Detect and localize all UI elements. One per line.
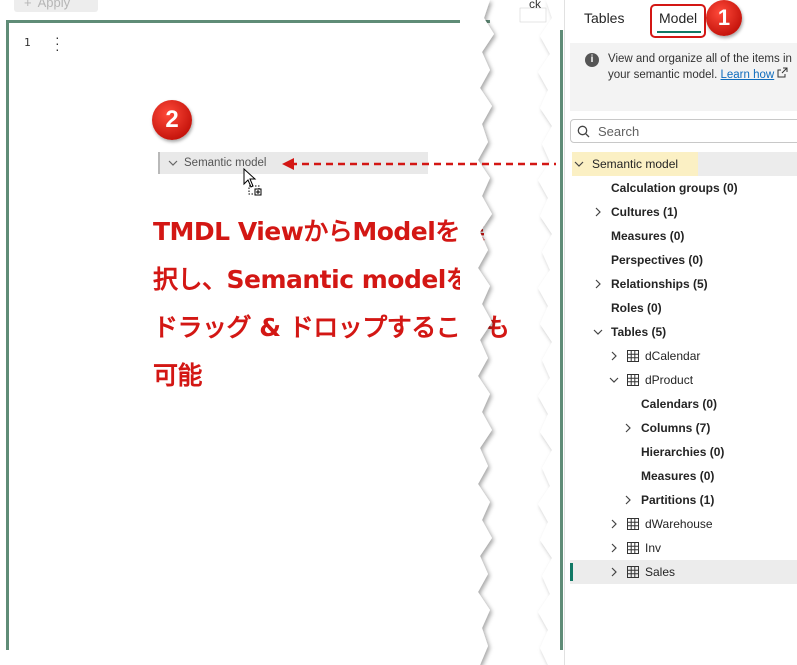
tree-node-label: Columns (7) <box>641 421 711 435</box>
tree-node-dproduct[interactable]: dProduct <box>607 368 693 392</box>
torn-edge-divider <box>460 0 560 665</box>
tree-node-label: Tables (5) <box>611 325 667 339</box>
root-row-selection-bg <box>698 152 797 176</box>
plus-icon: + <box>24 0 32 10</box>
info-icon: i <box>585 53 599 67</box>
drag-direction-arrow <box>282 158 568 170</box>
table-icon <box>627 566 639 578</box>
tree-node-semantic-model[interactable]: Semantic model <box>572 152 698 176</box>
tree-node-label: Calendars (0) <box>641 397 718 411</box>
tree-node-label: Inv <box>645 541 662 555</box>
chevron-right-icon[interactable] <box>591 279 605 289</box>
tree-node-sales[interactable]: Sales <box>607 560 675 584</box>
chevron-down-icon[interactable] <box>591 327 605 337</box>
tree-node-product-measures[interactable]: Measures (0) <box>641 464 714 488</box>
table-icon <box>627 374 639 386</box>
tmdl-editor[interactable]: + Apply 1 · · · 2 Semantic model TMDL View… <box>0 0 510 665</box>
tree-node-calculation-groups[interactable]: Calculation groups (0) <box>611 176 738 200</box>
tree-node-dwarehouse[interactable]: dWarehouse <box>607 512 713 536</box>
annotation-line: TMDL ViewからModelを選 <box>153 217 485 246</box>
tree-node-relationships[interactable]: Relationships (5) <box>591 272 708 296</box>
tree-node-label: dWarehouse <box>645 517 713 531</box>
tree-node-perspectives[interactable]: Perspectives (0) <box>611 248 703 272</box>
table-icon <box>627 518 639 530</box>
tree-node-label: dProduct <box>645 373 694 387</box>
external-link-icon <box>777 67 788 78</box>
drag-copy-cursor-icon <box>243 168 262 196</box>
chevron-right-icon[interactable] <box>607 519 621 529</box>
search-icon <box>577 125 590 137</box>
tree-node-columns[interactable]: Columns (7) <box>621 416 710 440</box>
tree-node-measures[interactable]: Measures (0) <box>611 224 684 248</box>
tree-node-calendars[interactable]: Calendars (0) <box>641 392 717 416</box>
tree-node-label: Perspectives (0) <box>611 253 704 267</box>
annotation-text: TMDL ViewからModelを選 択し、Semantic modelを ドラ… <box>153 208 510 400</box>
tree-node-hierarchies[interactable]: Hierarchies (0) <box>641 440 724 464</box>
learn-how-link[interactable]: Learn how <box>721 69 775 81</box>
back-button-label[interactable]: ck <box>529 0 541 11</box>
apply-button[interactable]: + Apply <box>14 0 98 12</box>
tab-tables[interactable]: Tables <box>584 10 624 26</box>
tree-node-label: Roles (0) <box>611 301 662 315</box>
selection-marker <box>570 563 573 581</box>
tree-node-label: Relationships (5) <box>611 277 708 291</box>
tree-node-cultures[interactable]: Cultures (1) <box>591 200 678 224</box>
tree-node-tables[interactable]: Tables (5) <box>591 320 666 344</box>
search-placeholder: Search <box>598 123 640 139</box>
chevron-down-icon[interactable] <box>607 375 621 385</box>
tree-node-dcalendar[interactable]: dCalendar <box>607 344 700 368</box>
search-input[interactable]: Search <box>570 119 797 143</box>
model-tab-callout-box <box>650 4 706 38</box>
chevron-right-icon[interactable] <box>621 423 635 433</box>
tree-node-label: Semantic model <box>592 157 679 171</box>
annotation-line: 択し、Semantic modelを <box>153 265 471 294</box>
step-badge-1: 1 <box>706 0 742 36</box>
more-options-icon[interactable]: · · · <box>55 30 60 56</box>
tree-node-label: Partitions (1) <box>641 493 715 507</box>
chevron-down-icon <box>168 160 178 166</box>
chevron-right-icon[interactable] <box>607 351 621 361</box>
chevron-right-icon[interactable] <box>591 207 605 217</box>
apply-label: Apply <box>37 0 71 10</box>
annotation-line: ドラッグ & ドロップすることも <box>153 313 510 342</box>
tree-node-label: dCalendar <box>645 349 701 363</box>
info-banner: i View and organize all of the items in … <box>570 43 797 111</box>
annotation-line: 可能 <box>153 361 203 390</box>
tree-node-label: Cultures (1) <box>611 205 678 219</box>
chevron-down-icon[interactable] <box>572 159 586 169</box>
chevron-right-icon[interactable] <box>621 495 635 505</box>
chevron-right-icon[interactable] <box>607 567 621 577</box>
step-badge-2: 2 <box>152 100 192 140</box>
tree-node-partitions[interactable]: Partitions (1) <box>621 488 714 512</box>
tree-node-label: Measures (0) <box>611 229 685 243</box>
tree-node-roles[interactable]: Roles (0) <box>611 296 662 320</box>
sales-row-selection-bg <box>570 560 797 584</box>
tree-node-label: Sales <box>645 565 676 579</box>
table-icon <box>627 350 639 362</box>
tree-node-label: Calculation groups (0) <box>611 181 738 195</box>
tree-node-label: Measures (0) <box>641 469 715 483</box>
tree-node-inv[interactable]: Inv <box>607 536 661 560</box>
tree-node-label: Hierarchies (0) <box>641 445 725 459</box>
line-number: 1 <box>24 36 31 49</box>
table-icon <box>627 542 639 554</box>
model-explorer-pane: Tables Model 1 i View and organize all o… <box>556 0 797 665</box>
chevron-right-icon[interactable] <box>607 543 621 553</box>
pane-accent-border <box>560 30 563 650</box>
